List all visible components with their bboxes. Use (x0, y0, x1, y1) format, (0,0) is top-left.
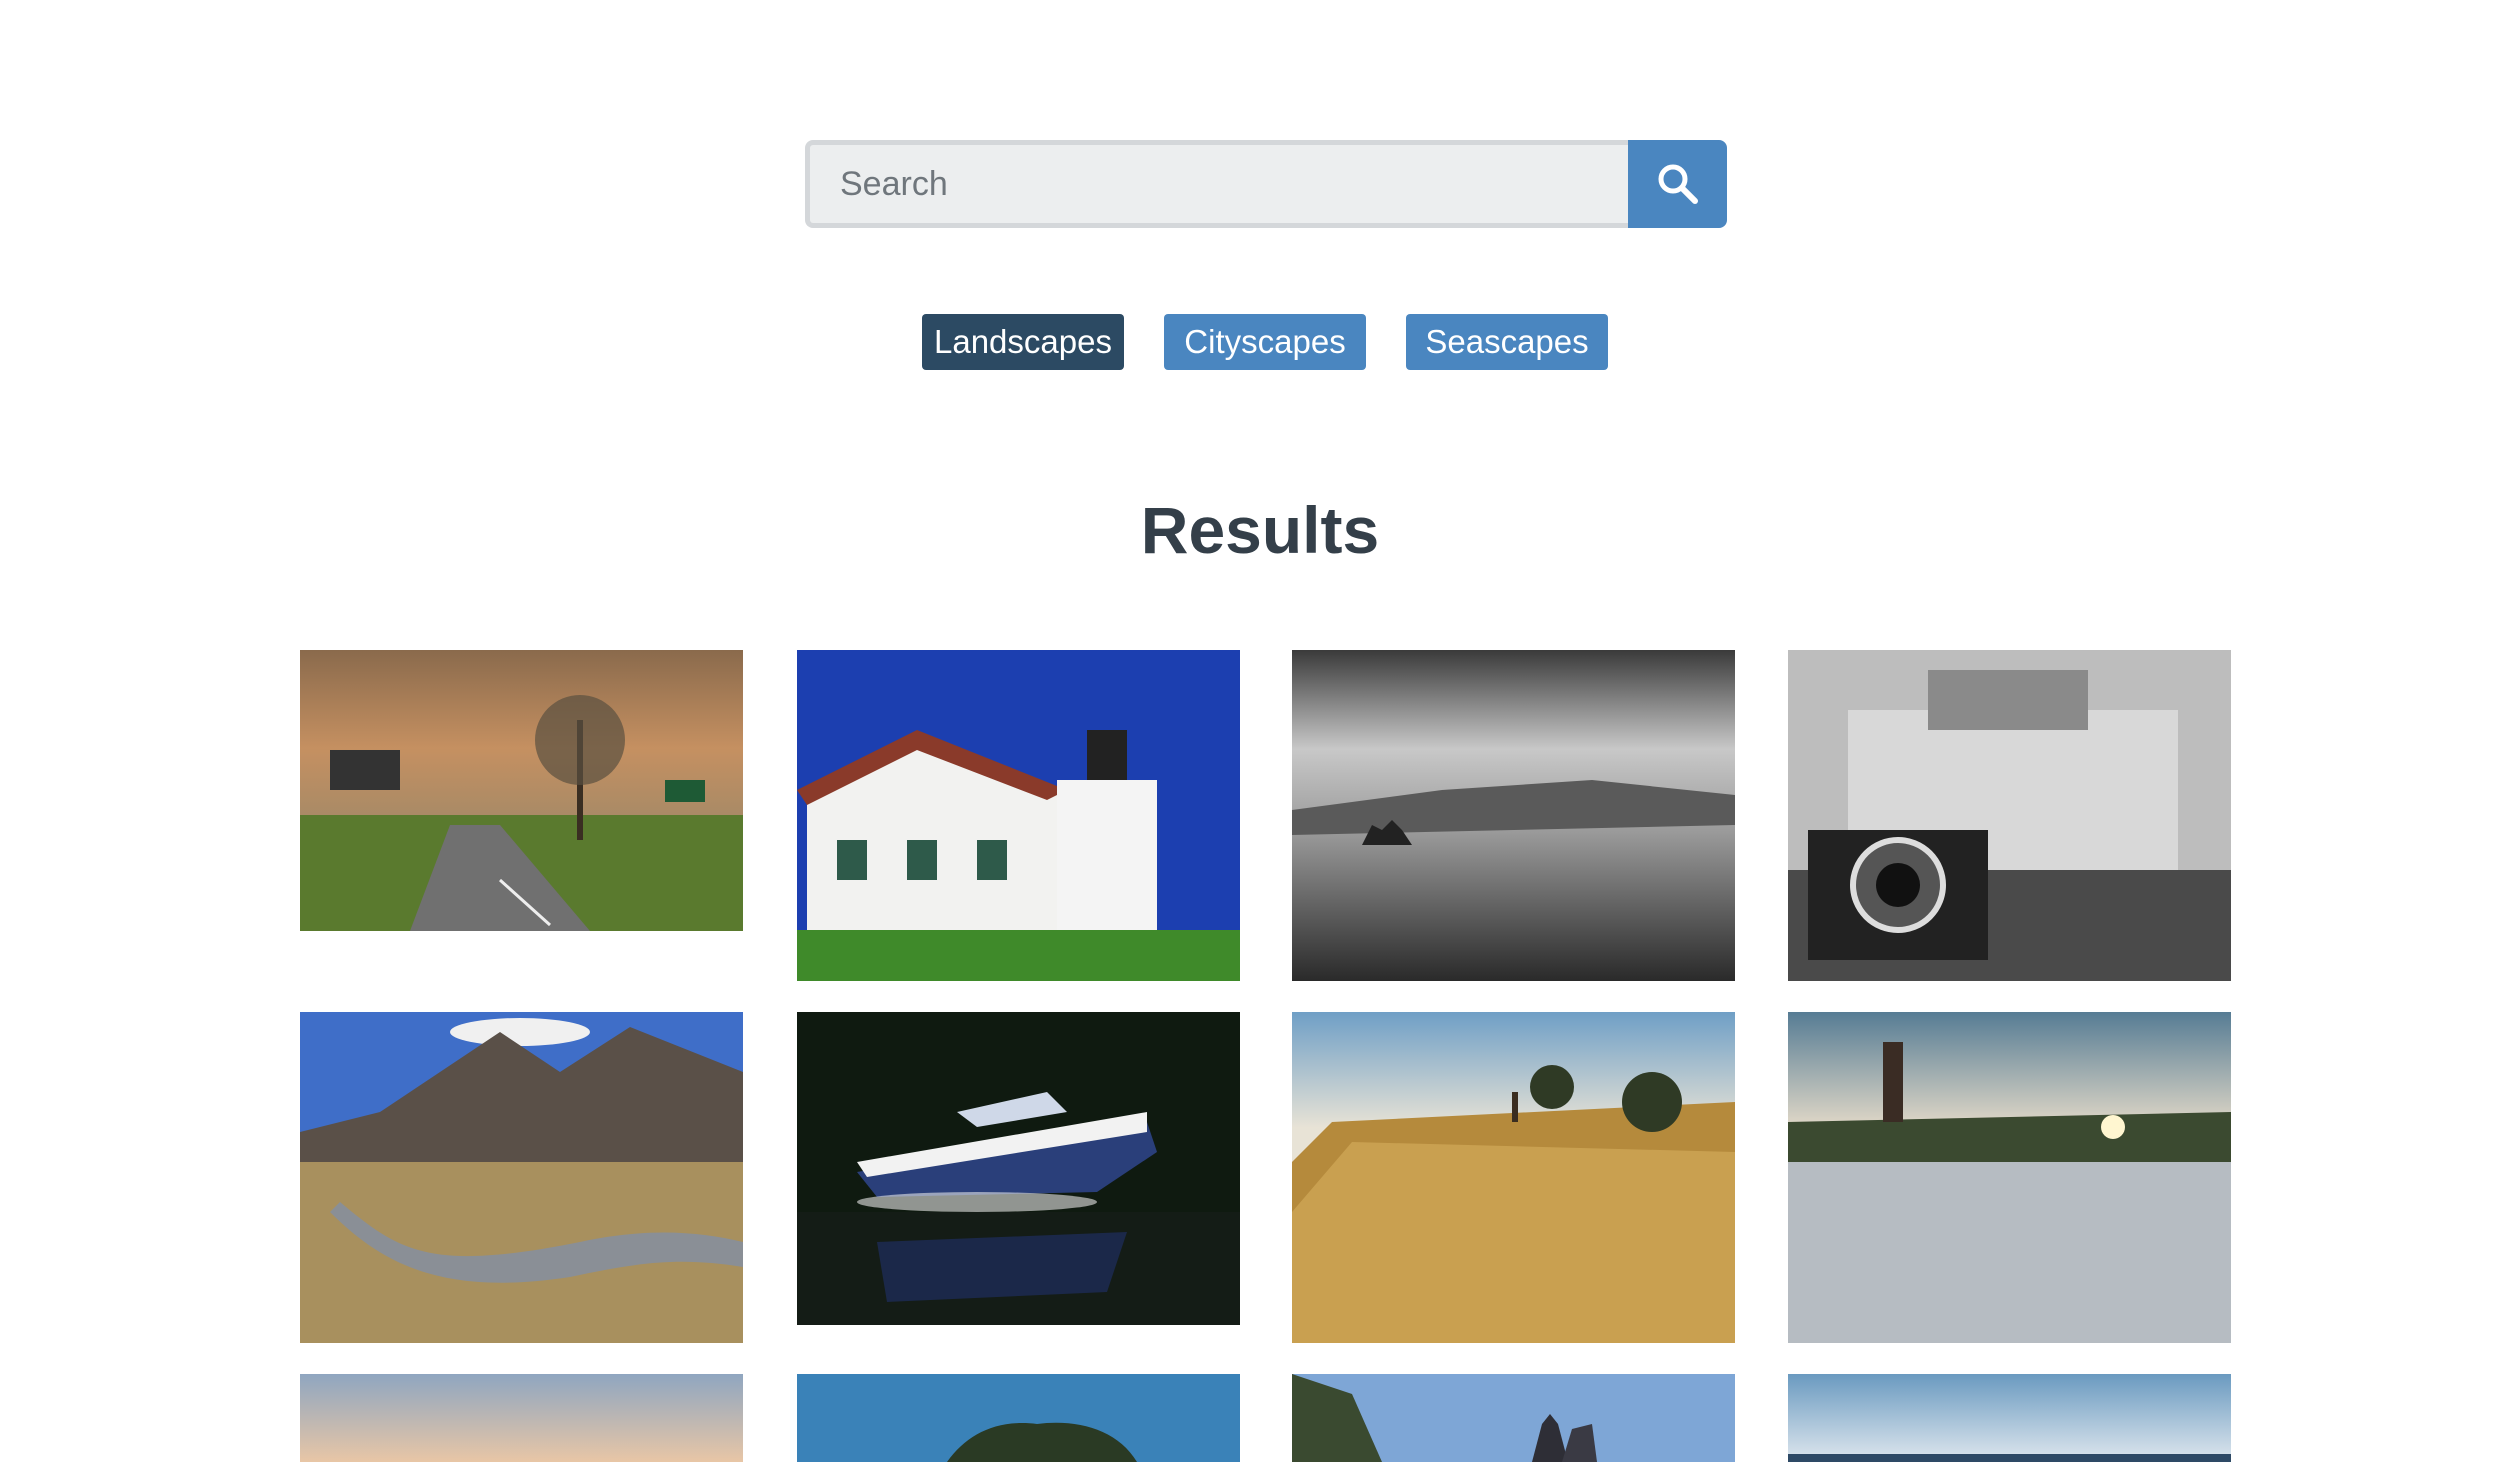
result-photo[interactable] (1788, 650, 2231, 981)
result-photo[interactable] (1292, 1374, 1735, 1462)
result-photo[interactable] (1292, 1012, 1735, 1343)
result-photo[interactable] (797, 650, 1240, 981)
result-photo[interactable] (797, 1012, 1240, 1325)
result-photo[interactable] (1292, 650, 1735, 981)
result-photo[interactable] (300, 650, 743, 931)
result-photo[interactable] (797, 1374, 1240, 1462)
results-gallery (0, 0, 2520, 1462)
result-photo[interactable] (300, 1374, 743, 1462)
result-photo[interactable] (300, 1012, 743, 1343)
result-photo[interactable] (1788, 1012, 2231, 1343)
result-photo[interactable] (1788, 1374, 2231, 1462)
